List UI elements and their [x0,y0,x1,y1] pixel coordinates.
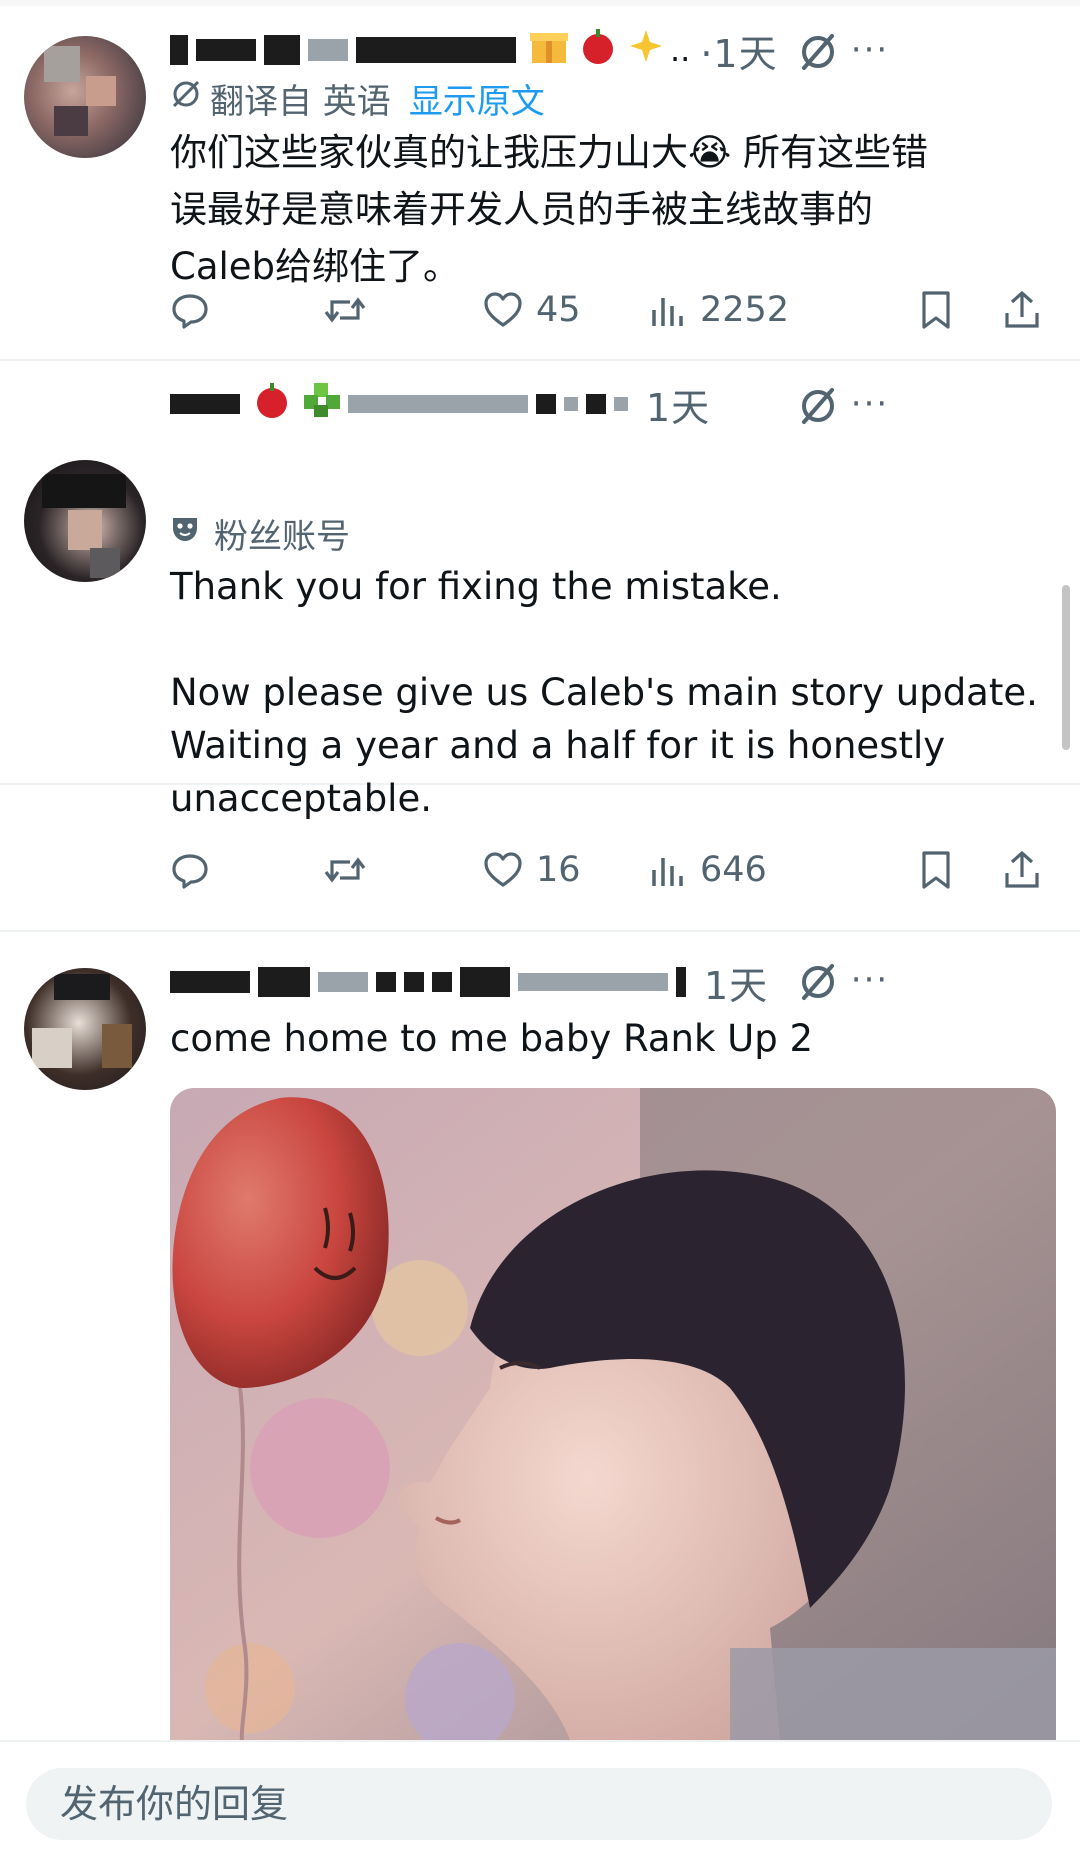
avatar[interactable] [24,968,146,1090]
like-count: 45 [536,290,581,330]
fan-account-label: 粉丝账号 [170,508,350,558]
redacted-name [308,39,348,61]
share-button[interactable] [1002,840,1042,900]
reply-input[interactable] [26,1768,1052,1840]
view-count: 646 [700,850,767,890]
post-timestamp[interactable]: 1天 [704,955,768,1010]
show-original-link[interactable]: 显示原文 [409,74,545,123]
like-count: 16 [536,850,581,890]
repost-icon [324,297,366,323]
share-icon [1005,290,1039,328]
views-button[interactable]: 646 [648,840,767,900]
reply-composer [0,1740,1080,1853]
post-image[interactable] [170,1088,1056,1740]
bookmark-icon [922,851,950,889]
views-icon [652,298,683,326]
repost-icon [324,857,366,883]
translate-icon [170,78,202,119]
more-icon[interactable]: ··· [848,382,892,426]
redacted-name [432,972,452,992]
apple-emoji-icon [252,379,292,430]
action-bar: 45 2252 [170,280,1050,340]
view-count: 2252 [700,290,790,330]
redacted-name [376,972,396,992]
avatar[interactable] [24,460,146,582]
grok-icon[interactable] [796,384,840,428]
redacted-name [196,39,256,61]
redacted-name [318,972,368,992]
share-icon [1005,850,1039,888]
author-line[interactable]: .. ·1天 [170,22,778,78]
redacted-name [348,395,528,413]
redacted-name [170,971,250,993]
post-text: come home to me baby Rank Up 2 [170,1017,814,1060]
reply-button[interactable] [170,840,210,900]
views-button[interactable]: 2252 [648,280,789,340]
redacted-name [536,394,556,414]
like-button[interactable]: 16 [482,840,581,900]
redacted-name [264,35,300,65]
redacted-name [404,972,424,992]
redacted-name [518,973,668,991]
more-icon[interactable]: ··· [848,28,892,72]
like-button[interactable]: 45 [482,280,581,340]
repost-button[interactable] [322,280,368,340]
clover-emoji-icon [300,379,344,430]
gift-emoji-icon [528,25,570,76]
repost-button[interactable] [322,840,368,900]
thread-page: .. ·1天 ··· 翻译自 英语 显示原文 你们这些家伙真的让我压力山大😭 所… [0,0,1080,1853]
post-text: 你们这些家伙真的让我压力山大😭 所有这些错 误最好是意味着开发人员的手被主线故事… [170,131,928,288]
redacted-name [614,397,628,411]
redacted-name [460,967,510,997]
post-image-illustration [170,1088,1056,1740]
account-label: 粉丝账号 [214,516,350,557]
share-button[interactable] [1002,280,1042,340]
post-text: Thank you for fixing the mistake. Now pl… [170,565,1038,820]
redacted-name [356,37,516,63]
redacted-name [676,967,686,997]
views-icon [652,858,683,886]
reply-icon [172,854,208,889]
bookmark-icon [922,291,950,329]
translation-notice: 翻译自 英语 显示原文 [170,73,545,123]
avatar[interactable] [24,36,146,158]
grok-icon[interactable] [796,30,840,74]
reply-button[interactable] [170,280,210,340]
bookmark-button[interactable] [918,840,954,900]
grok-icon[interactable] [796,960,840,1004]
author-line[interactable]: 1天 [170,954,768,1010]
bookmark-button[interactable] [918,280,954,340]
redacted-name [170,35,188,65]
redacted-name [586,394,606,414]
scrollbar[interactable] [1062,585,1070,750]
post-timestamp[interactable]: ·1天 [700,23,777,78]
translated-from-label: 翻译自 英语 [210,81,391,122]
redacted-name [258,967,310,997]
redacted-name [170,394,240,414]
author-line[interactable]: 1天 [170,376,710,432]
sparkle-emoji-icon [626,26,666,75]
heart-icon [484,292,522,327]
mask-icon [170,513,200,553]
redacted-name [564,397,578,411]
reply-icon [172,294,208,329]
post-timestamp[interactable]: 1天 [646,377,710,432]
more-icon[interactable]: ··· [848,958,892,1002]
apple-emoji-icon [578,25,618,76]
heart-icon [484,852,522,887]
action-bar: 16 646 [170,840,1050,900]
